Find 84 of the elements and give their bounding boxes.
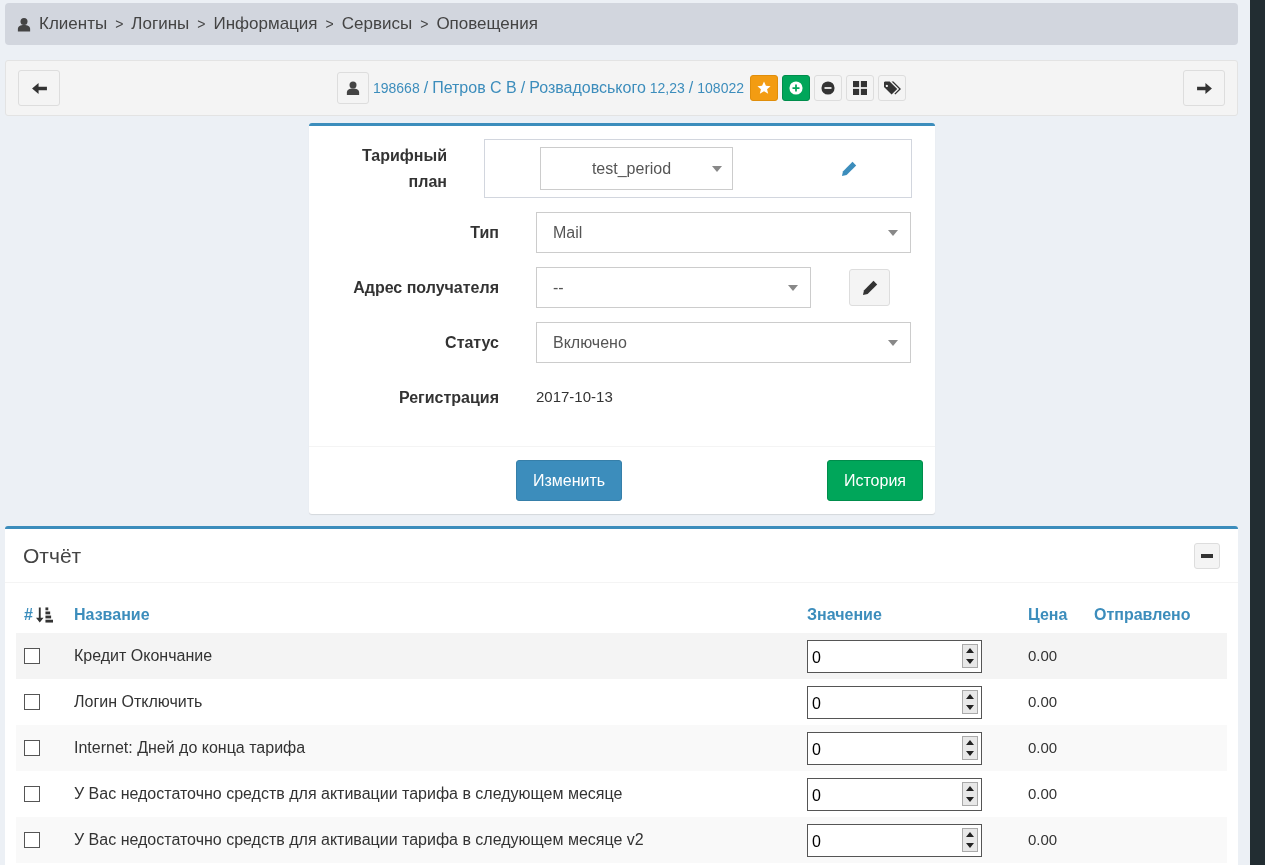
breadcrumb-item[interactable]: Оповещения <box>436 11 538 37</box>
notification-name: Логин Отключить <box>74 693 203 710</box>
price-value: 0.00 <box>1028 831 1058 848</box>
user-icon <box>17 16 31 32</box>
breadcrumb-item[interactable]: Информация <box>213 11 318 37</box>
breadcrumb-separator: > <box>420 14 429 34</box>
field-label: Адрес получателя <box>353 278 499 296</box>
client-link[interactable]: 12,23 <box>649 78 685 99</box>
field-label: Статус <box>445 333 499 351</box>
column-header[interactable]: Цена <box>1028 606 1068 623</box>
field-label: Тарифный план <box>360 145 447 192</box>
breadcrumb-item[interactable]: Логины <box>131 11 190 37</box>
sort-icon <box>35 607 53 623</box>
column-header[interactable]: Отправлено <box>1094 606 1191 623</box>
caret-down-icon <box>712 165 722 172</box>
user-icon <box>345 80 360 96</box>
minus-circle-icon <box>821 81 835 95</box>
column-header[interactable]: # <box>24 603 33 627</box>
client-link[interactable]: 198668 <box>372 78 420 99</box>
caret-down-icon <box>888 229 898 236</box>
minus-icon <box>1201 553 1213 558</box>
select-field[interactable]: -- <box>536 267 811 308</box>
number-field[interactable]: 0 <box>807 639 982 673</box>
breadcrumb-separator: > <box>197 14 206 34</box>
grid-button[interactable] <box>846 75 874 101</box>
edit-button[interactable] <box>849 269 890 306</box>
arrow-left-icon <box>31 81 47 95</box>
price-value: 0.00 <box>1028 739 1058 756</box>
breadcrumb-separator: > <box>325 14 334 34</box>
caret-down-icon <box>888 339 898 346</box>
spinner-icon <box>962 781 978 806</box>
number-field[interactable]: 0 <box>807 823 982 857</box>
price-value: 0.00 <box>1028 693 1058 710</box>
client-link[interactable]: 108022 <box>697 78 744 99</box>
field-label: Тип <box>470 223 499 241</box>
plus-circle-icon <box>789 81 803 95</box>
number-field[interactable]: 0 <box>807 731 982 765</box>
favorite-button[interactable] <box>750 75 778 101</box>
spinner-icon <box>962 827 978 852</box>
grid-icon <box>853 81 867 95</box>
select-field[interactable]: Mail <box>536 212 911 253</box>
pencil-icon <box>841 161 857 178</box>
number-field[interactable]: 0 <box>807 777 982 811</box>
row-checkbox[interactable] <box>24 694 40 710</box>
notification-name: Кредит Окончание <box>74 647 213 664</box>
arrow-right-icon <box>1196 81 1212 95</box>
notification-name: Internet: Дней до конца тарифа <box>74 739 306 756</box>
pencil-icon <box>861 279 878 296</box>
breadcrumb-item[interactable]: Сервисы <box>341 11 413 37</box>
client-button[interactable] <box>336 72 369 104</box>
notification-name: У Вас недостаточно средств для активации тарифа в следующем месяце v2 <box>74 831 644 848</box>
star-icon <box>757 81 771 95</box>
separator: / <box>423 78 429 98</box>
price-value: 0.00 <box>1028 647 1058 664</box>
spinner-icon <box>962 735 978 760</box>
breadcrumb-separator: > <box>115 14 124 34</box>
registration-date: 2017-10-13 <box>536 387 613 408</box>
separator: / <box>520 78 526 98</box>
separator: / <box>688 78 694 98</box>
tags-button[interactable] <box>878 75 906 101</box>
add-button[interactable] <box>782 75 810 101</box>
row-checkbox[interactable] <box>24 786 40 802</box>
row-checkbox[interactable] <box>24 832 40 848</box>
field-label: Регистрация <box>398 388 499 406</box>
spinner-icon <box>962 689 978 714</box>
caret-down-icon <box>788 284 798 291</box>
forward-button[interactable] <box>1183 70 1225 106</box>
plan-select[interactable]: test_period <box>540 147 733 190</box>
breadcrumb-item[interactable]: Клиенты <box>39 11 108 37</box>
column-header[interactable]: Название <box>74 606 150 623</box>
column-header[interactable]: Значение <box>807 606 882 623</box>
panel-title: Отчёт <box>23 542 83 569</box>
price-value: 0.00 <box>1028 785 1058 802</box>
tags-icon <box>883 81 901 95</box>
save-button[interactable]: Изменить <box>516 460 623 501</box>
row-checkbox[interactable] <box>24 648 40 664</box>
select-field[interactable]: Включено <box>536 322 911 363</box>
collapse-button[interactable] <box>1194 542 1220 569</box>
row-checkbox[interactable] <box>24 740 40 756</box>
remove-button[interactable] <box>814 75 842 101</box>
notification-name: У Вас недостаточно средств для активации тарифа в следующем месяце <box>74 785 623 802</box>
back-button[interactable] <box>18 70 60 106</box>
spinner-icon <box>962 643 978 668</box>
number-field[interactable]: 0 <box>807 685 982 719</box>
